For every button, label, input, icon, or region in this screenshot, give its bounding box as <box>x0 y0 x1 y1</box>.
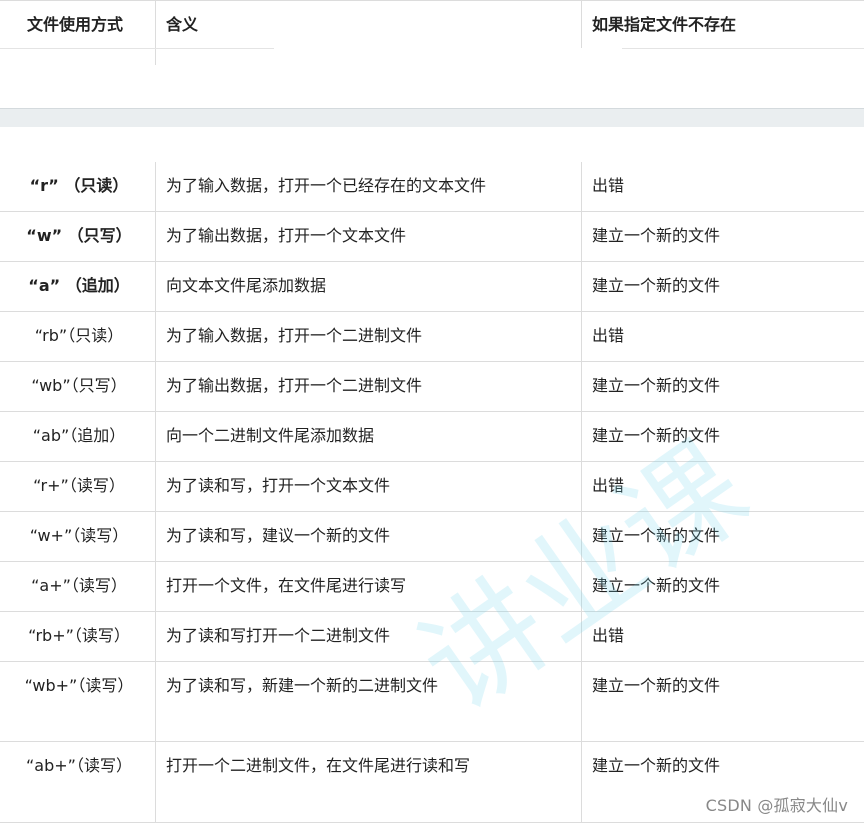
header-divider <box>581 0 582 48</box>
meaning-cell: 向文本文件尾添加数据 <box>166 276 327 295</box>
mode-cell: “r+”（读写） <box>33 476 125 495</box>
mode-cell: “a” （追加） <box>28 276 130 295</box>
header-meaning: 含义 <box>166 15 199 34</box>
missing-cell: 出错 <box>592 326 625 345</box>
mode-cell: “r” （只读） <box>29 176 129 195</box>
header-divider <box>155 0 156 65</box>
meaning-cell: 向一个二进制文件尾添加数据 <box>166 426 375 445</box>
table-row: “wb+”（读写） 为了读和写，新建一个新的二进制文件 建立一个新的文件 <box>0 662 864 742</box>
meaning-cell: 为了输出数据，打开一个文本文件 <box>166 226 407 245</box>
table-row: “w+”（读写） 为了读和写，建议一个新的文件 建立一个新的文件 <box>0 512 864 562</box>
missing-cell: 建立一个新的文件 <box>592 576 721 595</box>
missing-cell: 出错 <box>592 626 625 645</box>
table-row: “ab”（追加） 向一个二进制文件尾添加数据 建立一个新的文件 <box>0 412 864 462</box>
mode-cell: “w+”（读写） <box>29 526 129 545</box>
meaning-cell: 为了输入数据，打开一个已经存在的文本文件 <box>166 176 487 195</box>
mode-cell: “wb”（只写） <box>31 376 127 395</box>
section-separator <box>0 108 864 127</box>
csdn-credit: CSDN @孤寂大仙v <box>705 796 848 815</box>
mode-cell: “rb+”（读写） <box>28 626 130 645</box>
meaning-cell: 打开一个二进制文件，在文件尾进行读和写 <box>166 756 471 775</box>
missing-cell: 建立一个新的文件 <box>592 526 721 545</box>
mode-cell: “a+”（读写） <box>31 576 127 595</box>
missing-cell: 建立一个新的文件 <box>592 426 721 445</box>
meaning-cell: 打开一个文件，在文件尾进行读写 <box>166 576 407 595</box>
meaning-cell: 为了读和写，打开一个文本文件 <box>166 476 391 495</box>
missing-cell: 出错 <box>592 176 625 195</box>
meaning-cell: 为了读和写，建议一个新的文件 <box>166 526 391 545</box>
table-row: “a” （追加） 向文本文件尾添加数据 建立一个新的文件 <box>0 262 864 312</box>
table-row: “wb”（只写） 为了输出数据，打开一个二进制文件 建立一个新的文件 <box>0 362 864 412</box>
missing-cell: 建立一个新的文件 <box>592 376 721 395</box>
mode-cell: “ab+”（读写） <box>26 756 132 775</box>
header-missing: 如果指定文件不存在 <box>592 15 737 34</box>
top-table-fragment: 文件使用方式 含义 如果指定文件不存在 <box>0 0 864 65</box>
header-rule <box>0 48 274 49</box>
missing-cell: 建立一个新的文件 <box>592 276 721 295</box>
table-row: “rb”（只读） 为了输入数据，打开一个二进制文件 出错 <box>0 312 864 362</box>
table-row: “r+”（读写） 为了读和写，打开一个文本文件 出错 <box>0 462 864 512</box>
missing-cell: 建立一个新的文件 <box>592 676 721 695</box>
table-row: “rb+”（读写） 为了读和写打开一个二进制文件 出错 <box>0 612 864 662</box>
meaning-cell: 为了输出数据，打开一个二进制文件 <box>166 376 423 395</box>
missing-cell: 出错 <box>592 476 625 495</box>
header-mode: 文件使用方式 <box>27 15 124 34</box>
missing-cell: 建立一个新的文件 <box>592 226 721 245</box>
file-mode-table: “r” （只读） 为了输入数据，打开一个已经存在的文本文件 出错 “w” （只写） 为了… <box>0 162 864 823</box>
table-row: “w” （只写） 为了输出数据，打开一个文本文件 建立一个新的文件 <box>0 212 864 262</box>
mode-cell: “wb+”（读写） <box>24 676 134 695</box>
meaning-cell: 为了读和写打开一个二进制文件 <box>166 626 391 645</box>
meaning-cell: 为了读和写，新建一个新的二进制文件 <box>166 676 439 695</box>
table-row: “r” （只读） 为了输入数据，打开一个已经存在的文本文件 出错 <box>0 162 864 212</box>
meaning-cell: 为了输入数据，打开一个二进制文件 <box>166 326 423 345</box>
table-header-row: 文件使用方式 含义 如果指定文件不存在 <box>0 0 864 49</box>
header-rule <box>622 48 864 49</box>
mode-cell: “rb”（只读） <box>34 326 124 345</box>
mode-cell: “w” （只写） <box>26 226 132 245</box>
missing-cell: 建立一个新的文件 <box>592 756 721 775</box>
table-row: “a+”（读写） 打开一个文件，在文件尾进行读写 建立一个新的文件 <box>0 562 864 612</box>
mode-cell: “ab”（追加） <box>32 426 126 445</box>
